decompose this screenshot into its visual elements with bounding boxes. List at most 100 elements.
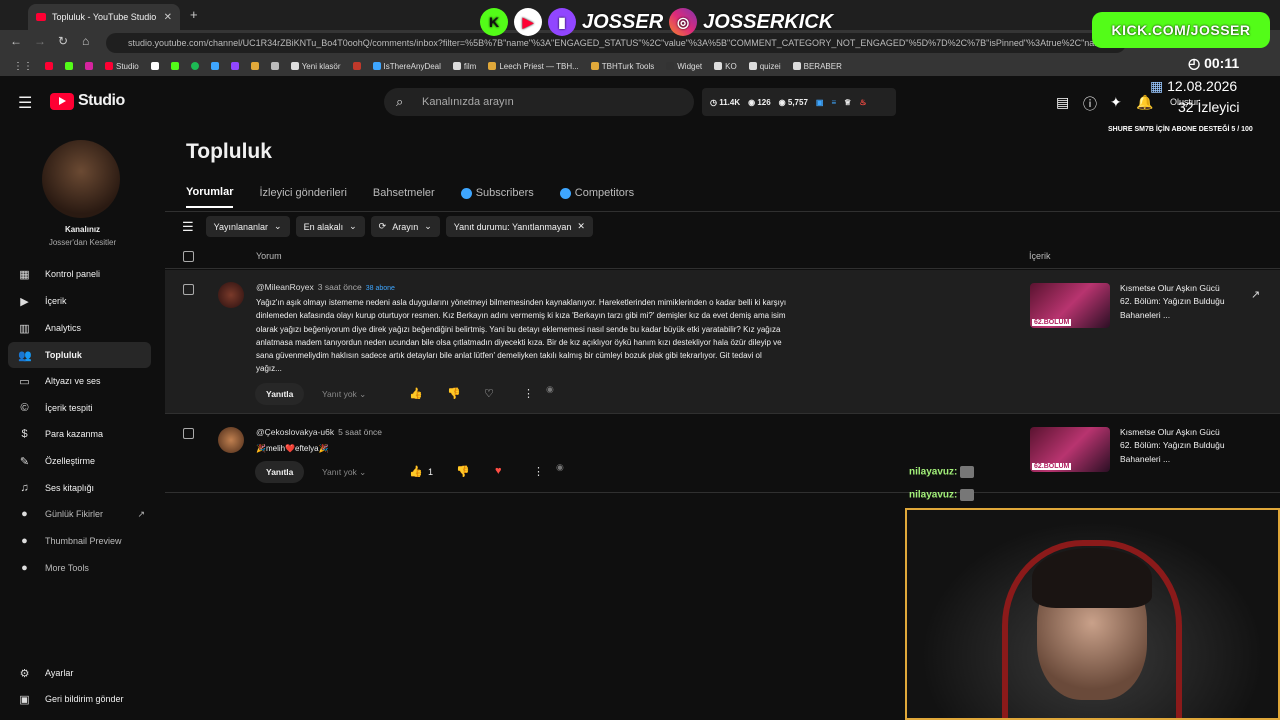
row-checkbox[interactable] [183,428,194,439]
channel-label: Kanalınız [64,225,101,234]
bookmark-spotify[interactable] [186,62,204,70]
filter-published[interactable]: Yayınlananlar ⌄ [205,216,290,237]
video-title[interactable]: Kısmetse Olur Aşkın Gücü 62. Bölüm: Yağı… [1120,282,1230,322]
bookmark-folder[interactable]: Yeni klasör [286,62,346,71]
messages-icon[interactable]: ▤ [1056,94,1069,111]
reply-button[interactable]: Yanıtla [255,461,305,483]
extension-icon[interactable]: ◉ [546,384,554,395]
close-icon[interactable]: ✕ [164,12,172,23]
bookmark-tbhturk[interactable]: TBHTurk Tools [586,62,659,71]
bookmark-widget[interactable]: Widget [661,62,707,71]
alert-icon[interactable]: ♨ [859,98,866,107]
new-tab-icon[interactable]: + [190,7,198,22]
bookmark-itad[interactable] [348,62,366,70]
bookmark-misc2[interactable] [266,62,284,70]
search-input[interactable]: Kanalınızda arayın [384,88,694,116]
sidebar-item-audio-library[interactable]: ♫ Ses kitaplığı [8,475,151,501]
open-external-icon[interactable]: ↗ [1251,288,1260,301]
instagram-icon: ◎ [669,8,698,36]
video-thumbnail[interactable]: 62.BÖLÜM [1030,427,1110,472]
bookmark-kick[interactable] [60,62,78,70]
sidebar-item-monetization[interactable]: $ Para kazanma [8,421,151,447]
sparkle-icon[interactable]: ✦ [1110,94,1122,111]
no-replies-dropdown[interactable]: Yanıt yok ⌄ [322,389,366,400]
filter-icon[interactable]: ☰ [182,219,194,235]
sidebar-item-daily-ideas[interactable]: ● Günlük Fikirler ↗ [8,501,151,527]
sidebar-item-feedback[interactable]: ▣ Geri bildirim gönder [8,686,151,712]
filter-search[interactable]: ⟳ Arayın ⌄ [370,216,440,237]
subs-stat: ◉ 5,757 [778,97,808,107]
tab-mentions[interactable]: Bahsetmeler [373,186,435,208]
list-icon[interactable]: ≡ [831,98,836,107]
tab-subscribers[interactable]: Subscribers [460,186,534,208]
chat-message: nilayavuz: [909,489,975,501]
sidebar-item-settings[interactable]: ⚙ Ayarlar [8,660,151,686]
apps-icon[interactable]: ⋮⋮ [8,61,38,72]
bookmark-isthereanydeal[interactable]: IsThereAnyDeal [368,62,446,71]
sidebar-item-community[interactable]: 👥 Topluluk [8,342,151,368]
no-replies-dropdown[interactable]: Yanıt yok ⌄ [322,467,366,478]
bookmark-edge[interactable] [206,62,224,70]
home-icon[interactable]: ⌂ [82,34,89,48]
extension-icon[interactable]: ◉ [556,462,564,473]
filter-reply-status[interactable]: Yanıt durumu: Yanıtlanmayan ✕ [445,216,593,237]
back-icon[interactable]: ← [10,34,22,48]
reply-button[interactable]: Yanıtla [255,383,305,405]
sidebar-item-thumbnail-preview[interactable]: ● Thumbnail Preview [8,528,151,554]
bookmark-ko[interactable]: KO [709,62,742,71]
like-icon[interactable]: 👍 [409,387,423,400]
bookmark-kick2[interactable] [166,62,184,70]
bookmark-film[interactable]: film [448,62,481,71]
reload-icon[interactable]: ↻ [58,34,68,48]
bookmark-quizei[interactable]: quizei [744,62,786,71]
url-input[interactable]: studio.youtube.com/channel/UC1R34rZBiKNT… [106,33,1126,53]
sidebar-item-content[interactable]: ▶ İçerik [8,288,151,314]
bookmark-leech[interactable]: Leech Priest — TBH... [483,62,583,71]
studio-logo[interactable]: Studio [50,92,125,110]
overlay-sub-goal: SHURE SM7B İÇİN ABONE DESTEĞİ 5 / 100 [1108,126,1253,133]
chevron-down-icon: ⌄ [349,221,357,231]
channel-stats-widget[interactable]: ◷ 11.4K ◉ 126 ◉ 5,757 ▣ ≡ ♕ ♨ [702,88,896,116]
help-icon[interactable]: ⓘ [1083,94,1097,114]
trophy-icon[interactable]: ♕ [844,98,851,107]
select-all-checkbox[interactable] [183,251,194,262]
bookmark-beraber[interactable]: BERABER [788,62,847,71]
tab-viewer-posts[interactable]: İzleyici gönderileri [259,186,346,208]
sidebar-item-more-tools[interactable]: ● More Tools [8,555,151,581]
more-options-icon[interactable]: ⋮ [523,387,534,400]
row-checkbox[interactable] [183,284,194,295]
video-title[interactable]: Kısmetse Olur Aşkın Gücü 62. Bölüm: Yağı… [1120,426,1230,466]
dislike-icon[interactable]: 👎 [456,465,470,478]
heart-icon[interactable]: ♡ [484,387,494,400]
twitch-icon: ▮ [548,8,576,36]
avatar[interactable] [218,282,244,308]
sidebar-item-customization[interactable]: ✎ Özelleştirme [8,448,151,474]
menu-icon[interactable]: ☰ [18,93,32,113]
browser-tab[interactable]: Topluluk - YouTube Studio ✕ [28,4,180,30]
bookmark-youtube[interactable] [40,62,58,70]
dislike-icon[interactable]: 👎 [447,387,461,400]
sidebar-item-copyright[interactable]: © İçerik tespiti [8,395,151,421]
like-icon[interactable]: 👍 [409,465,423,478]
tab-comments[interactable]: Yorumlar [186,186,234,208]
forward-icon[interactable]: → [34,34,46,48]
tab-competitors[interactable]: Competitors [559,186,634,208]
chevron-down-icon: ⌄ [424,221,432,231]
sidebar-item-analytics[interactable]: ▥ Analytics [8,315,151,341]
video-thumbnail[interactable]: 62.BÖLÜM [1030,283,1110,328]
sidebar-item-dashboard[interactable]: ▦ Kontrol paneli [8,261,151,287]
sidebar-item-subtitles[interactable]: ▭ Altyazı ve ses [8,368,151,394]
extension-icon[interactable]: ▣ [816,98,824,107]
more-options-icon[interactable]: ⋮ [533,465,544,478]
avatar[interactable] [218,427,244,453]
bookmark-tiktok[interactable] [146,62,164,70]
bookmark-twitch[interactable] [226,62,244,70]
filter-sort[interactable]: En alakalı ⌄ [295,216,365,237]
bookmark-misc[interactable] [246,62,264,70]
creator-heart-icon[interactable]: ♥ [495,465,502,477]
bookmark-instagram[interactable] [80,62,98,70]
notifications-icon[interactable]: 🔔 [1136,94,1153,111]
bookmark-studio[interactable]: Studio [100,62,144,71]
kick-icon: K [480,8,508,36]
channel-avatar[interactable] [42,140,120,218]
